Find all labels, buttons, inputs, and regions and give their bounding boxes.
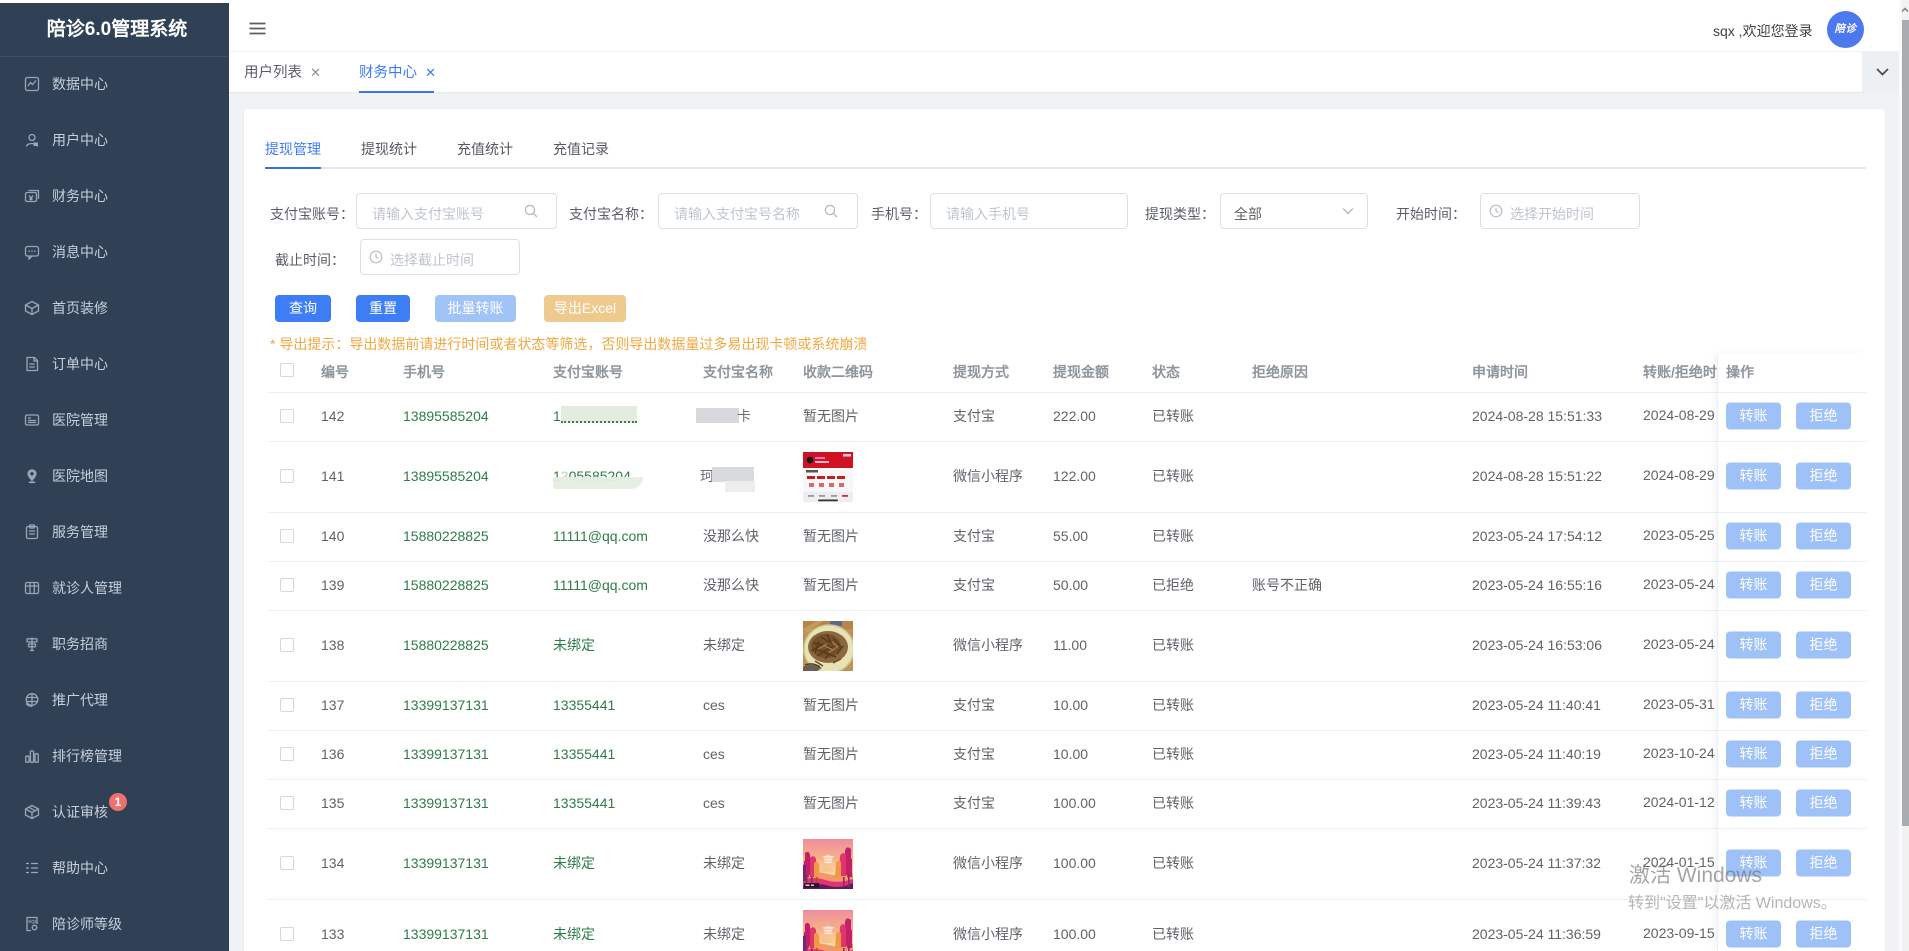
svg-text:SQL: SQL: [28, 919, 38, 924]
